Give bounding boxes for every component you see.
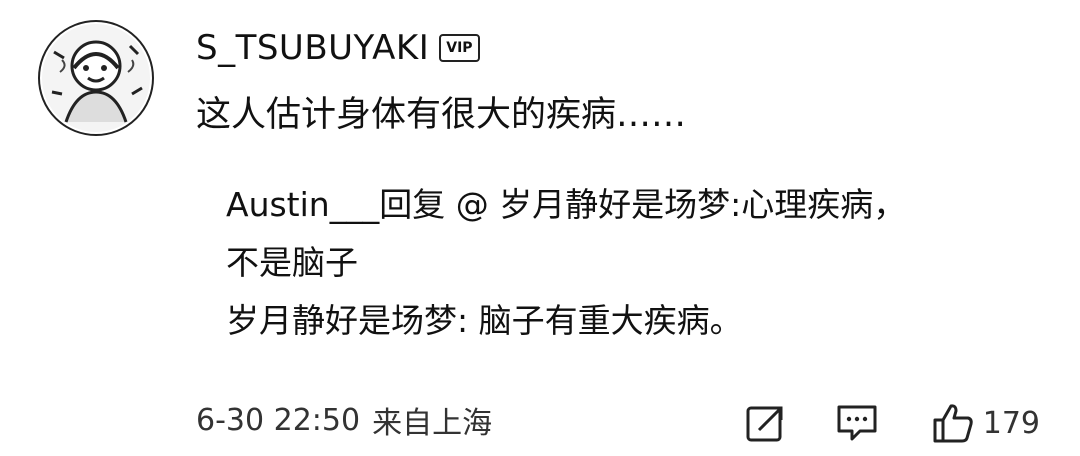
comment-footer: 6-30 22:50 来自上海 <box>196 398 492 442</box>
reply-preview[interactable]: Austin___回复 @ 岁月静好是场梦:心理疾病， 不是脑子 岁月静好是场梦… <box>226 176 1026 350</box>
reply-1-line-2: 不是脑子 <box>226 243 358 282</box>
share-icon[interactable] <box>743 401 787 445</box>
comment-text: 这人估计身体有很大的疾病…… <box>196 95 687 135</box>
username-row: S_TSUBUYAKI VIP <box>196 26 480 70</box>
avatar[interactable] <box>38 20 154 136</box>
vip-badge-icon: VIP <box>439 34 480 62</box>
comment-actions: 179 <box>743 398 1040 448</box>
username[interactable]: S_TSUBUYAKI <box>196 28 429 68</box>
reply-2-line-1: 岁月静好是场梦: 脑子有重大疾病。 <box>226 301 743 340</box>
location-source: 来自上海 <box>372 406 493 441</box>
thumbs-up-icon[interactable] <box>931 401 975 445</box>
like-button[interactable]: 179 <box>931 401 1040 445</box>
like-count: 179 <box>982 405 1040 441</box>
timestamp: 6-30 22:50 <box>196 402 361 438</box>
reply-1-line-1: Austin___回复 @ 岁月静好是场梦:心理疾病， <box>226 185 907 224</box>
comment-item: S_TSUBUYAKI VIP 这人估计身体有很大的疾病…… Austin___… <box>0 0 1080 456</box>
comment-icon[interactable] <box>835 401 879 445</box>
